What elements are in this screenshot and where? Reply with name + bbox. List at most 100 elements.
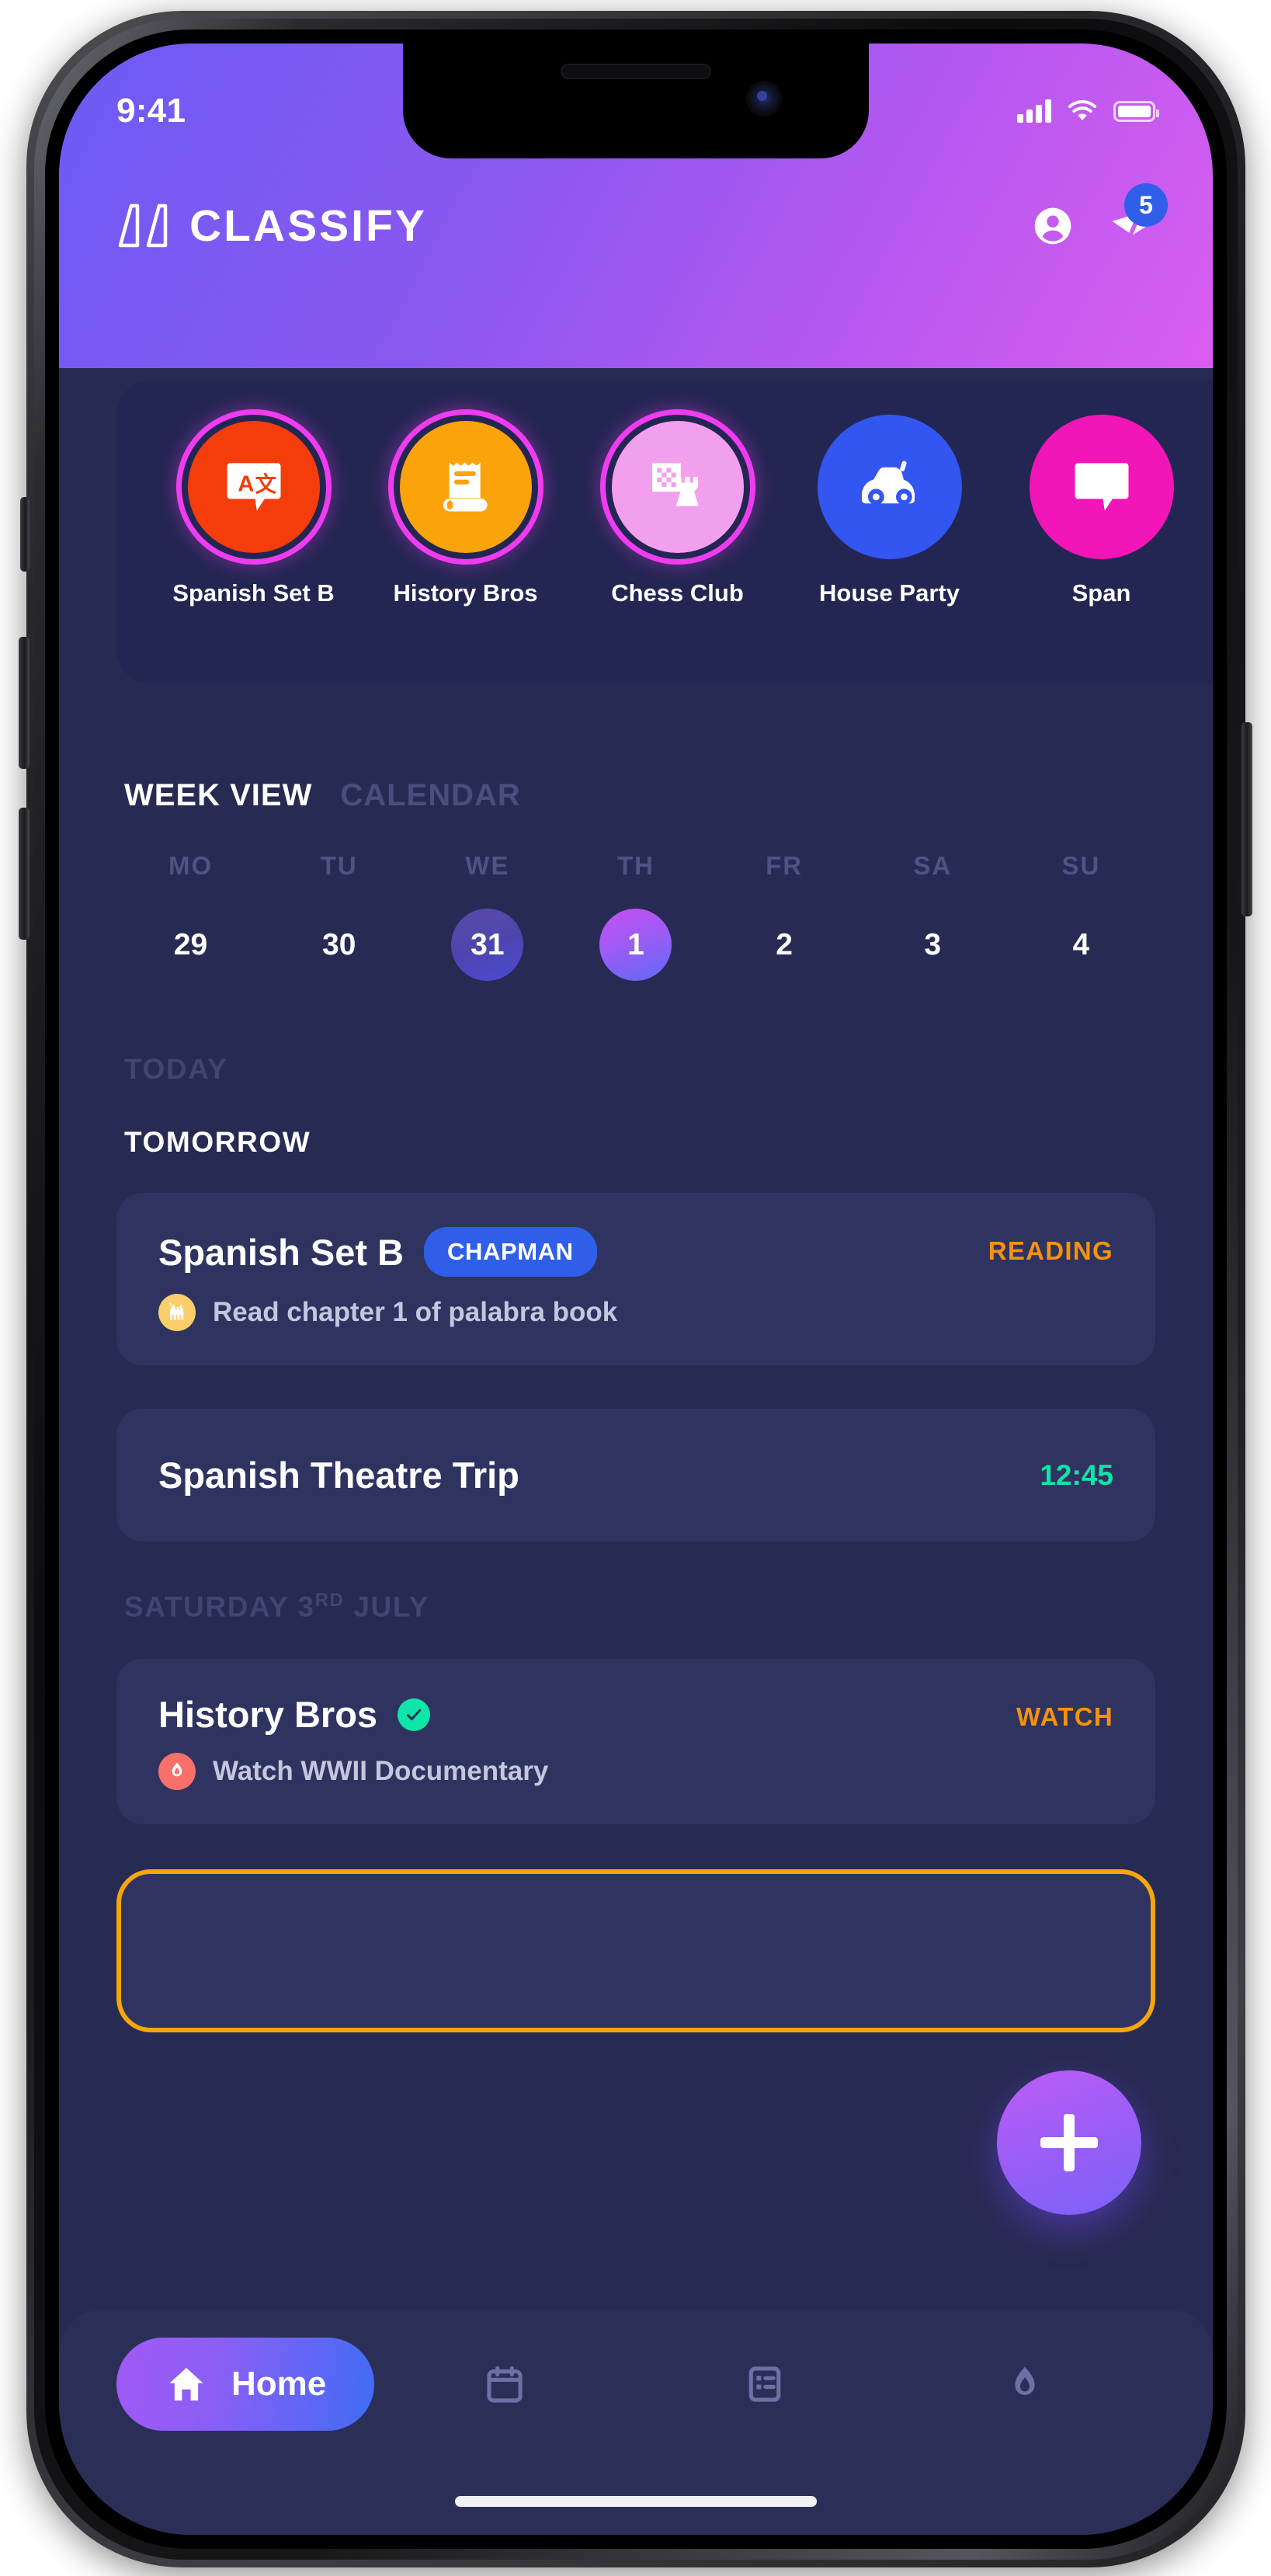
class-item-chess-club[interactable]: Chess Club (571, 415, 783, 607)
card-status-tag: WATCH (1016, 1702, 1113, 1732)
nav-item-streak[interactable] (895, 2362, 1155, 2406)
section-header-saturday-ordinal: RD (314, 1590, 345, 1611)
header-actions: 5 (1031, 183, 1168, 250)
add-button[interactable] (997, 2070, 1141, 2215)
volume-up-button[interactable] (19, 637, 30, 769)
agenda-card-spanish-set-b[interactable]: Spanish Set B CHAPMAN Read chapter 1 of … (116, 1193, 1155, 1365)
app-header: CLASSIFY 5 (59, 176, 1213, 276)
agenda-card-spanish-theatre-trip[interactable]: Spanish Theatre Trip 12:45 (116, 1409, 1155, 1542)
card-content: History Bros Watch WWII Documentary (158, 1693, 549, 1791)
day-cell-fr[interactable]: FR 2 (710, 851, 859, 981)
silent-switch[interactable] (20, 497, 30, 572)
translate-icon: A 文 (227, 463, 280, 511)
volume-down-button[interactable] (19, 808, 30, 940)
cat-icon (158, 1294, 196, 1331)
home-icon (169, 2368, 203, 2400)
app-root: 9:41 CLASSIFY 5 A 文 Spanish Set B Histor… (59, 43, 1213, 2535)
section-header-tomorrow: TOMORROW (124, 1126, 311, 1158)
day-number-wrap: 3 (897, 909, 969, 981)
agenda-card-history-bros[interactable]: History Bros Watch WWII Documentary WATC… (116, 1659, 1155, 1825)
card-title-row: History Bros (158, 1693, 548, 1736)
battery-icon (1113, 100, 1159, 122)
class-item-spanish-set-b[interactable]: A 文 Spanish Set B (148, 415, 359, 607)
status-time: 9:41 (116, 92, 186, 130)
class-item-history-bros[interactable]: History Bros (359, 415, 571, 607)
class-item-spanish-partial[interactable]: Span (995, 415, 1207, 607)
account-circle-icon[interactable] (1031, 204, 1075, 248)
tab-calendar[interactable]: CALENDAR (340, 778, 520, 813)
home-indicator (455, 2496, 817, 2507)
class-carousel[interactable]: A 文 Spanish Set B History Bros Chess Clu… (116, 381, 1213, 683)
agenda-list: TODAY TOMORROW Spanish Set B CHAPMAN Rea… (59, 1053, 1213, 2033)
chess-rook-icon (651, 463, 699, 506)
car-icon (861, 461, 915, 506)
agenda-card-highlighted[interactable] (116, 1869, 1155, 2033)
notifications-send-button[interactable]: 5 (1107, 183, 1168, 250)
day-number-wrap: 29 (155, 909, 227, 981)
day-of-week-label: TU (320, 851, 358, 880)
screenshot-stage: 9:41 CLASSIFY 5 A 文 Spanish Set B Histor… (0, 0, 1271, 2576)
view-tabs: WEEK VIEW CALENDAR (124, 778, 521, 813)
nav-item-calendar[interactable] (374, 2362, 634, 2406)
day-number: 2 (776, 927, 793, 961)
day-number: 3 (924, 927, 942, 961)
day-of-week-label: MO (168, 851, 214, 880)
class-avatar (399, 421, 532, 553)
class-avatar-ring (394, 415, 538, 559)
class-carousel-row: A 文 Spanish Set B History Bros Chess Clu… (116, 381, 1213, 607)
phone-screen: 9:41 CLASSIFY 5 A 文 Spanish Set B Histor… (59, 43, 1213, 2535)
class-item-house-party[interactable]: House Party (783, 415, 995, 607)
signal-bars-icon (1017, 99, 1051, 123)
class-avatar: A 文 (187, 421, 320, 553)
bottom-nav-items: Home (116, 2338, 1155, 2431)
class-item-label: Chess Club (611, 579, 744, 607)
day-cell-sa[interactable]: SA 3 (859, 851, 1007, 981)
day-of-week-label: WE (465, 851, 510, 880)
nav-item-home-label: Home (231, 2365, 327, 2403)
class-avatar (817, 415, 962, 559)
power-button[interactable] (1241, 722, 1252, 916)
day-cell-su[interactable]: SU 4 (1007, 851, 1155, 981)
brand[interactable]: CLASSIFY (116, 200, 427, 252)
translate-icon (1075, 463, 1128, 511)
class-avatar-ring (817, 415, 962, 559)
card-time: 12:45 (1040, 1458, 1113, 1491)
cat-glyph (168, 1302, 184, 1320)
day-number: 30 (322, 927, 356, 961)
nav-item-list[interactable] (635, 2362, 895, 2406)
status-icons (1017, 99, 1159, 123)
day-cell-mo[interactable]: MO 29 (116, 851, 265, 981)
class-item-label: House Party (819, 579, 960, 607)
day-cell-tu[interactable]: TU 30 (265, 851, 413, 981)
nav-item-home[interactable]: Home (116, 2338, 375, 2431)
class-avatar-ring: A 文 (182, 415, 326, 559)
day-number-wrap: 4 (1045, 909, 1117, 981)
classify-logo-icon (118, 203, 168, 248)
class-avatar (611, 421, 744, 553)
front-camera (746, 81, 782, 116)
day-cell-we[interactable]: WE 31 (413, 851, 561, 981)
tab-week-view[interactable]: WEEK VIEW (124, 778, 312, 813)
card-status-tag: READING (988, 1236, 1113, 1265)
check-circle-icon (398, 1698, 431, 1731)
list-icon (748, 2366, 781, 2402)
day-of-week-label: TH (616, 851, 655, 880)
day-number: 29 (173, 927, 208, 961)
check-glyph (406, 1709, 422, 1720)
week-strip: MO 29 TU 30 WE 31 TH 1 FR 2 SA 3 SU 4 (116, 851, 1155, 981)
wifi-icon (1068, 100, 1096, 120)
day-number: 4 (1072, 927, 1090, 961)
card-title-row: Spanish Set B CHAPMAN (158, 1227, 617, 1277)
card-title: Spanish Theatre Trip (158, 1455, 519, 1496)
class-item-label: History Bros (393, 579, 538, 607)
day-cell-th[interactable]: TH 1 (561, 851, 710, 981)
card-subtitle: Read chapter 1 of palabra book (213, 1297, 618, 1327)
plus-icon (1040, 2114, 1098, 2171)
class-avatar-ring (606, 415, 750, 559)
card-subtitle: Watch WWII Documentary (213, 1756, 549, 1787)
day-number-wrap: 30 (303, 909, 375, 981)
scroll-document-icon (443, 462, 488, 512)
day-number-wrap-selected: 1 (599, 909, 672, 981)
card-subtitle-row: Read chapter 1 of palabra book (158, 1294, 617, 1331)
day-of-week-label: FR (766, 851, 804, 880)
